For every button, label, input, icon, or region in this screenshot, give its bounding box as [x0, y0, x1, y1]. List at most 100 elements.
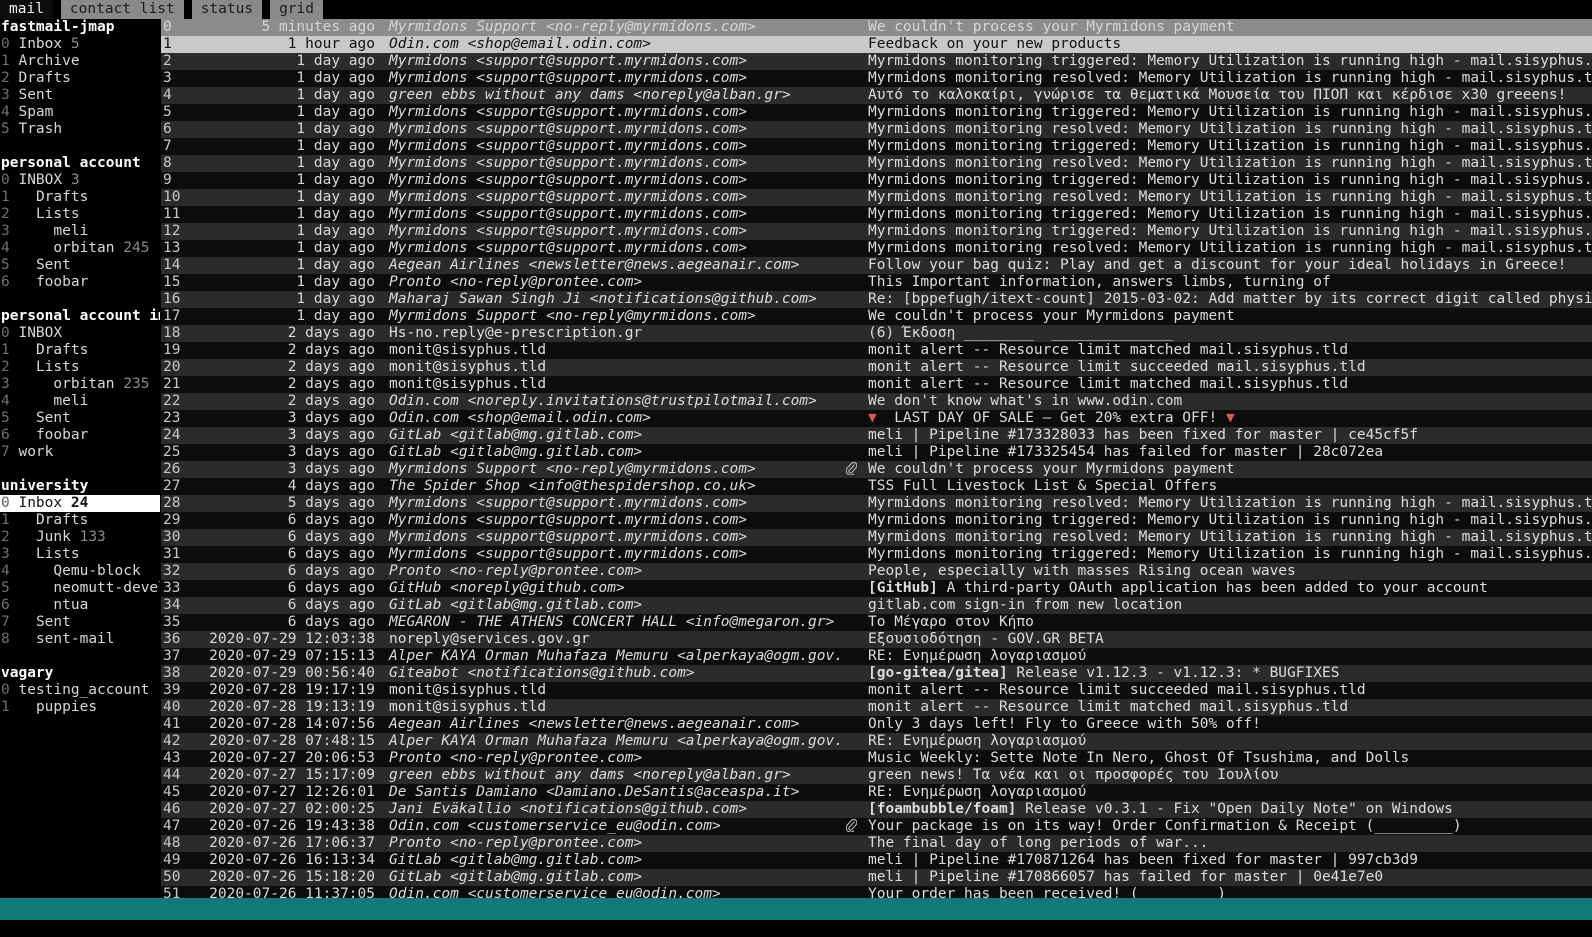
email-row[interactable]: 11 1 day ago Myrmidons <support@support.my… [161, 206, 1592, 223]
sidebar-item-sent[interactable]: 5 Sent [0, 410, 160, 427]
sidebar-item-drafts[interactable]: 1 Drafts [0, 189, 160, 206]
sidebar-item-sent-mail[interactable]: 8 sent-mail [0, 631, 160, 648]
email-row[interactable]: 37 2020-07-29 07:15:13 Alper KAYA Orman Mu… [161, 648, 1592, 665]
email-row[interactable]: 9 1 day ago Myrmidons <support@support.myr… [161, 172, 1592, 189]
sidebar-item-puppies[interactable]: 1 puppies [0, 699, 160, 716]
email-row[interactable]: 2 1 day ago Myrmidons <support@support.myr… [161, 53, 1592, 70]
email-row[interactable]: 46 2020-07-27 02:00:25 Jani Eväkallio <not… [161, 801, 1592, 818]
sidebar-item-qemu-block[interactable]: 4 Qemu-block [0, 563, 160, 580]
email-row[interactable]: 26 3 days ago Myrmidons Support <no-reply@… [161, 461, 1592, 478]
email-row[interactable]: 38 2020-07-29 00:56:40 Giteabot <notificat… [161, 665, 1592, 682]
sidebar-item-inbox[interactable]: 0 INBOX [0, 325, 160, 342]
email-row[interactable]: 10 1 day ago Myrmidons <support@support.my… [161, 189, 1592, 206]
sidebar-item-testing_account[interactable]: 0 testing_account [0, 682, 160, 699]
email-sender: Myrmidons <support@support.myrmidons.com… [389, 121, 747, 137]
sidebar-item-drafts[interactable]: 1 Drafts [0, 342, 160, 359]
email-row[interactable]: 48 2020-07-26 17:06:37 Pronto <no-reply@pr… [161, 835, 1592, 852]
email-row[interactable]: 49 2020-07-26 16:13:34 GitLab <gitlab@mg.g… [161, 852, 1592, 869]
sidebar-item-inbox[interactable]: 0 INBOX 3 [0, 172, 160, 189]
sidebar-item-junk[interactable]: 2 Junk 133 [0, 529, 160, 546]
email-row[interactable]: 45 2020-07-27 12:26:01 De Santis Damiano <… [161, 784, 1592, 801]
sidebar-item-spam[interactable]: 4 Spam [0, 104, 160, 121]
email-row[interactable]: 50 2020-07-26 15:18:20 GitLab <gitlab@mg.g… [161, 869, 1592, 886]
email-row[interactable]: 47 2020-07-26 19:43:38 Odin.com <customers… [161, 818, 1592, 835]
email-row[interactable]: 16 1 day ago Maharaj Sawan Singh Ji <notif… [161, 291, 1592, 308]
email-row[interactable]: 0 5 minutes ago Myrmidons Support <no-repl… [161, 19, 1592, 36]
sidebar-item-lists[interactable]: 2 Lists [0, 206, 160, 223]
sidebar-item-sent[interactable]: 3 Sent [0, 87, 160, 104]
sidebar-item-meli[interactable]: 4 meli [0, 393, 160, 410]
email-row[interactable]: 24 3 days ago GitLab <gitlab@mg.gitlab.com… [161, 427, 1592, 444]
sidebar-item-orbitan[interactable]: 3 orbitan 235 [0, 376, 160, 393]
email-row[interactable]: 14 1 day ago Aegean Airlines <newsletter@n… [161, 257, 1592, 274]
email-row[interactable]: 35 6 days ago MEGARON - THE ATHENS CONCERT… [161, 614, 1592, 631]
email-row[interactable]: 20 2 days ago monit@sisyphus.tld monit aler… [161, 359, 1592, 376]
email-row[interactable]: 44 2020-07-27 15:17:09 green ebbs without … [161, 767, 1592, 784]
email-row[interactable]: 17 1 day ago Myrmidons Support <no-reply@m… [161, 308, 1592, 325]
sidebar-item-lists[interactable]: 3 Lists [0, 546, 160, 563]
email-subject: Myrmidons monitoring resolved: Memory Ut… [868, 240, 1592, 256]
email-row[interactable]: 34 6 days ago GitLab <gitlab@mg.gitlab.com… [161, 597, 1592, 614]
sidebar-item-drafts[interactable]: 2 Drafts [0, 70, 160, 87]
email-row[interactable]: 23 3 days ago Odin.com <shop@email.odin.co… [161, 410, 1592, 427]
account-header-fastmail-jmap[interactable]: fastmail-jmap [0, 19, 160, 36]
email-row[interactable]: 19 2 days ago monit@sisyphus.tld monit aler… [161, 342, 1592, 359]
account-header-personal-account[interactable]: personal account [0, 155, 160, 172]
email-row[interactable]: 39 2020-07-28 19:17:19 monit@sisyphus.tld m… [161, 682, 1592, 699]
sidebar-item-sent[interactable]: 7 Sent [0, 614, 160, 631]
sidebar-item-trash[interactable]: 5 Trash [0, 121, 160, 138]
email-row[interactable]: 5 1 day ago Myrmidons <support@support.myr… [161, 104, 1592, 121]
email-row[interactable]: 31 6 days ago Myrmidons <support@support.m… [161, 546, 1592, 563]
sidebar-item-foobar[interactable]: 6 foobar [0, 427, 160, 444]
sidebar-item-inbox[interactable]: 0 Inbox 24 [0, 495, 160, 512]
email-row[interactable]: 36 2020-07-29 12:03:38 noreply@services.go… [161, 631, 1592, 648]
email-row[interactable]: 18 2 days ago Hs-no.reply@e-prescription.g… [161, 325, 1592, 342]
sidebar-item-inbox[interactable]: 0 Inbox 5 [0, 36, 160, 53]
email-row[interactable]: 12 1 day ago Myrmidons <support@support.my… [161, 223, 1592, 240]
email-row[interactable]: 41 2020-07-28 14:07:56 Aegean Airlines <ne… [161, 716, 1592, 733]
tab-mail[interactable]: mail [0, 0, 53, 19]
email-row[interactable]: 40 2020-07-28 19:13:19 monit@sisyphus.tld m… [161, 699, 1592, 716]
account-header-personal-account-ima[interactable]: personal account ima [0, 308, 160, 325]
email-row[interactable]: 32 6 days ago Pronto <no-reply@prontee.com… [161, 563, 1592, 580]
email-row[interactable]: 43 2020-07-27 20:06:53 Pronto <no-reply@pr… [161, 750, 1592, 767]
email-row[interactable]: 27 4 days ago The Spider Shop <info@thespi… [161, 478, 1592, 495]
accounts-sidebar[interactable]: fastmail-jmap 0 Inbox 51 Archive 2 Drafts 3… [0, 19, 160, 898]
account-header-vagary[interactable]: vagary [0, 665, 160, 682]
email-list[interactable]: 0 5 minutes ago Myrmidons Support <no-repl… [161, 19, 1592, 898]
sidebar-item-work[interactable]: 7 work [0, 444, 160, 461]
sidebar-item-foobar[interactable]: 6 foobar [0, 274, 160, 291]
sidebar-item-orbitan[interactable]: 4 orbitan 245 [0, 240, 160, 257]
email-row[interactable]: 25 3 days ago GitLab <gitlab@mg.gitlab.com… [161, 444, 1592, 461]
email-row[interactable]: 28 5 days ago Myrmidons <support@support.m… [161, 495, 1592, 512]
email-row[interactable]: 3 1 day ago Myrmidons <support@support.myr… [161, 70, 1592, 87]
email-row[interactable]: 42 2020-07-28 07:48:15 Alper KAYA Orman Mu… [161, 733, 1592, 750]
email-row[interactable]: 30 6 days ago Myrmidons <support@support.m… [161, 529, 1592, 546]
folder-indent [10, 410, 36, 426]
account-header-university[interactable]: university [0, 478, 160, 495]
sidebar-item-meli[interactable]: 3 meli [0, 223, 160, 240]
tab-contact-list[interactable]: contact list [60, 0, 184, 19]
email-row[interactable]: 6 1 day ago Myrmidons <support@support.myr… [161, 121, 1592, 138]
email-sender: GitHub <noreply@github.com> [389, 580, 625, 596]
sidebar-item-archive[interactable]: 1 Archive [0, 53, 160, 70]
email-row[interactable]: 21 2 days ago monit@sisyphus.tld monit aler… [161, 376, 1592, 393]
email-row[interactable]: 7 1 day ago Myrmidons <support@support.myr… [161, 138, 1592, 155]
email-row[interactable]: 13 1 day ago Myrmidons <support@support.my… [161, 240, 1592, 257]
email-row[interactable]: 8 1 day ago Myrmidons <support@support.myr… [161, 155, 1592, 172]
sidebar-item-neomutt-devel[interactable]: 5 neomutt-devel [0, 580, 160, 597]
tab-status[interactable]: status [191, 0, 263, 19]
sidebar-item-ntua[interactable]: 6 ntua [0, 597, 160, 614]
email-row[interactable]: 29 6 days ago Myrmidons <support@support.m… [161, 512, 1592, 529]
tab-grid[interactable]: grid [270, 0, 323, 19]
sidebar-item-sent[interactable]: 5 Sent [0, 257, 160, 274]
sidebar-item-drafts[interactable]: 1 Drafts [0, 512, 160, 529]
email-row[interactable]: 1 1 hour ago Odin.com <shop@email.odin.com… [161, 36, 1592, 53]
folder-indent [10, 597, 54, 613]
sidebar-item-lists[interactable]: 2 Lists [0, 359, 160, 376]
email-row[interactable]: 4 1 day ago green ebbs without any dams <n… [161, 87, 1592, 104]
email-row[interactable]: 15 1 day ago Pronto <no-reply@prontee.com>… [161, 274, 1592, 291]
email-row[interactable]: 22 2 days ago Odin.com <noreply.invitation… [161, 393, 1592, 410]
email-row[interactable]: 33 6 days ago GitHub <noreply@github.com> [… [161, 580, 1592, 597]
email-row[interactable]: 51 2020-07-26 11:37:05 Odin.com <customers… [161, 886, 1592, 898]
